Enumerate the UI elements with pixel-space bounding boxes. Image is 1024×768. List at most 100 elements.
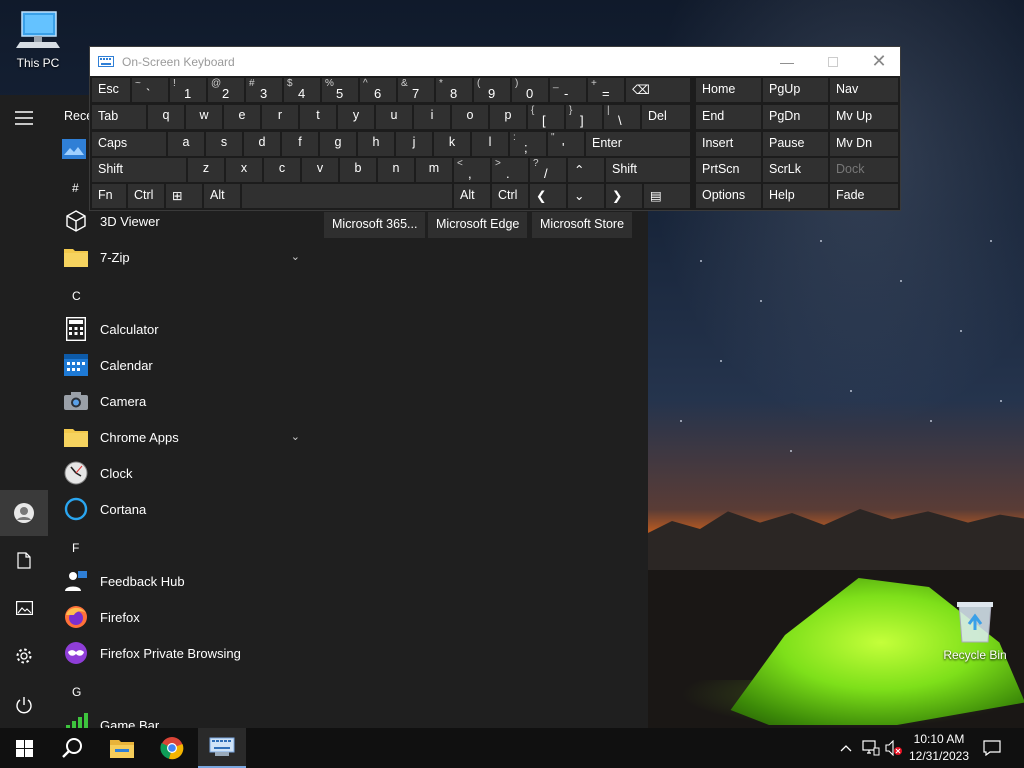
key-nav[interactable]: Nav xyxy=(830,78,898,102)
key-pause[interactable]: Pause xyxy=(763,132,828,156)
key-number[interactable]: ) 0 xyxy=(512,78,548,102)
key-windows[interactable]: ⊞ xyxy=(166,184,202,208)
key-help[interactable]: Help xyxy=(763,184,828,208)
key-number[interactable]: & 7 xyxy=(398,78,434,102)
key-letter[interactable]: e xyxy=(224,105,260,129)
app-game-bar[interactable]: Game Bar xyxy=(60,707,310,728)
app-feedback-hub[interactable]: Feedback Hub xyxy=(60,563,310,599)
key-letter[interactable]: m xyxy=(416,158,452,182)
key-number[interactable]: ~ ` xyxy=(132,78,168,102)
tile-microsoft-edge[interactable]: Microsoft Edge xyxy=(428,212,528,238)
key-letter[interactable]: f xyxy=(282,132,318,156)
key-home[interactable]: Home xyxy=(696,78,761,102)
volume-button[interactable] xyxy=(884,728,904,768)
key-esc[interactable]: Esc xyxy=(92,78,130,102)
show-hidden-icons-button[interactable] xyxy=(836,728,856,768)
key-backspace[interactable]: ⌫ xyxy=(626,78,690,102)
key-number[interactable]: ^ 6 xyxy=(360,78,396,102)
key-letter[interactable]: v xyxy=(302,158,338,182)
key-letter[interactable]: r xyxy=(262,105,298,129)
key-number[interactable]: (9 xyxy=(474,78,510,102)
key-letter[interactable]: l xyxy=(472,132,508,156)
key-letter[interactable]: w xyxy=(186,105,222,129)
key-prtscn[interactable]: PrtScn xyxy=(696,158,761,182)
close-button[interactable]: ✕ xyxy=(856,47,902,76)
chevron-down-icon[interactable]: ⌄ xyxy=(291,430,300,443)
chevron-down-icon[interactable]: ⌄ xyxy=(291,250,300,263)
key-number[interactable]: $4 xyxy=(284,78,320,102)
key-mv-up[interactable]: Mv Up xyxy=(830,105,898,129)
start-button[interactable] xyxy=(0,728,48,768)
key-space[interactable] xyxy=(242,184,452,208)
key-symbol[interactable]: }] xyxy=(566,105,602,129)
app-chrome-apps[interactable]: Chrome Apps ⌄ xyxy=(60,419,310,455)
desktop-icon-recycle-bin[interactable]: Recycle Bin xyxy=(937,600,1013,662)
key-insert[interactable]: Insert xyxy=(696,132,761,156)
app-firefox-private-browsing[interactable]: Firefox Private Browsing xyxy=(60,635,310,671)
key-arrow-up[interactable]: ⌃ xyxy=(568,158,604,182)
maximize-button[interactable] xyxy=(810,47,856,76)
key-caps[interactable]: Caps xyxy=(92,132,166,156)
key-letter[interactable]: h xyxy=(358,132,394,156)
key-arrow-right[interactable]: ❯ xyxy=(606,184,642,208)
key-letter[interactable]: g xyxy=(320,132,356,156)
power-button[interactable] xyxy=(0,682,48,728)
app-cortana[interactable]: Cortana xyxy=(60,491,310,527)
file-explorer-button[interactable] xyxy=(98,728,146,768)
key-letter[interactable]: q xyxy=(148,105,184,129)
desktop-icon-this-pc[interactable]: This PC xyxy=(0,8,76,70)
key-letter[interactable]: k xyxy=(434,132,470,156)
app-clock[interactable]: Clock xyxy=(60,455,310,491)
key-letter[interactable]: s xyxy=(206,132,242,156)
key-number[interactable]: #3 xyxy=(246,78,282,102)
documents-button[interactable] xyxy=(0,537,48,583)
key-letter[interactable]: n xyxy=(378,158,414,182)
key-symbol[interactable]: " ' xyxy=(548,132,584,156)
app-calculator[interactable]: Calculator xyxy=(60,311,310,347)
tile-microsoft-store[interactable]: Microsoft Store xyxy=(532,212,633,238)
key-mv-dn[interactable]: Mv Dn xyxy=(830,132,898,156)
key-number[interactable]: ! 1 xyxy=(170,78,206,102)
key-letter[interactable]: y xyxy=(338,105,374,129)
key-pgdn[interactable]: PgDn xyxy=(763,105,828,129)
key-symbol[interactable]: <, xyxy=(454,158,490,182)
app-camera[interactable]: Camera xyxy=(60,383,310,419)
key-letter[interactable]: t xyxy=(300,105,336,129)
app-7-zip[interactable]: 7-Zip ⌄ xyxy=(60,239,310,275)
on-screen-keyboard-taskbar-button[interactable] xyxy=(198,728,246,768)
action-center-button[interactable] xyxy=(980,728,1004,768)
key-letter[interactable]: z xyxy=(188,158,224,182)
taskbar-clock[interactable]: 10:10 AM 12/31/2023 xyxy=(902,731,976,765)
expand-menu-button[interactable] xyxy=(0,95,48,141)
key-letter[interactable]: p xyxy=(490,105,526,129)
chrome-button[interactable] xyxy=(148,728,196,768)
user-account-button[interactable] xyxy=(0,490,48,536)
key-end[interactable]: End xyxy=(696,105,761,129)
key-shift-left[interactable]: Shift xyxy=(92,158,186,182)
key-options[interactable]: Options xyxy=(696,184,761,208)
key-letter[interactable]: d xyxy=(244,132,280,156)
key-number[interactable]: % 5 xyxy=(322,78,358,102)
key-number[interactable]: @2 xyxy=(208,78,244,102)
pictures-button[interactable] xyxy=(0,585,48,631)
key-tab[interactable]: Tab xyxy=(92,105,146,129)
key-alt-right[interactable]: Alt xyxy=(454,184,490,208)
key-arrow-left[interactable]: ❮ xyxy=(530,184,566,208)
key-letter[interactable]: i xyxy=(414,105,450,129)
key-arrow-down[interactable]: ⌄ xyxy=(568,184,604,208)
search-button[interactable] xyxy=(48,728,96,768)
app-firefox[interactable]: Firefox xyxy=(60,599,310,635)
key-ctrl-left[interactable]: Ctrl xyxy=(128,184,164,208)
key-letter[interactable]: a xyxy=(168,132,204,156)
osk-title-bar[interactable]: On-Screen Keyboard — ✕ xyxy=(90,47,900,76)
key-letter[interactable]: x xyxy=(226,158,262,182)
key-fn[interactable]: Fn xyxy=(92,184,126,208)
key-symbol[interactable]: >. xyxy=(492,158,528,182)
key-menu[interactable]: ▤ xyxy=(644,184,690,208)
key-del[interactable]: Del xyxy=(642,105,690,129)
minimize-button[interactable]: — xyxy=(764,47,810,76)
key-ctrl-right[interactable]: Ctrl xyxy=(492,184,528,208)
key-symbol[interactable]: {[ xyxy=(528,105,564,129)
key-symbol[interactable]: :; xyxy=(510,132,546,156)
key-alt-left[interactable]: Alt xyxy=(204,184,240,208)
